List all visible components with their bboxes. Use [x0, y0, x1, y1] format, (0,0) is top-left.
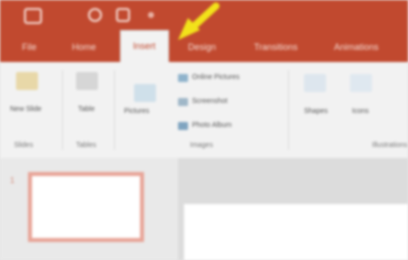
tab-transitions[interactable]: Transitions	[254, 42, 298, 52]
table-label: Table	[78, 106, 95, 113]
table-icon	[76, 72, 98, 90]
shapes-label: Shapes	[304, 108, 328, 115]
tab-insert[interactable]: Insert	[120, 30, 169, 62]
screenshot-label: Screenshot	[192, 98, 228, 105]
screenshot-icon	[178, 98, 188, 106]
save-icon[interactable]	[24, 8, 42, 24]
pointer-arrow-icon	[178, 2, 220, 40]
slide-thumbnail[interactable]	[28, 172, 144, 242]
ribbon-panel: New Slide Slides Table Tables Pictures O…	[0, 62, 408, 159]
group-divider	[288, 70, 289, 150]
illustrations-group-label: Illustrations	[372, 142, 408, 149]
pictures-icon	[134, 84, 156, 102]
pictures-label: Pictures	[124, 108, 150, 115]
redo-icon[interactable]	[116, 8, 130, 22]
tables-group-label: Tables	[76, 142, 97, 149]
tab-animations[interactable]: Animations	[334, 42, 379, 52]
online-pictures-icon	[178, 74, 188, 82]
customize-icon[interactable]	[148, 12, 154, 18]
slide-number: 1	[10, 176, 15, 185]
new-slide-label: New Slide	[10, 106, 42, 113]
group-divider	[62, 70, 63, 150]
photo-album-icon	[178, 122, 188, 130]
images-group-label: Images	[190, 142, 213, 149]
new-slide-icon	[16, 72, 38, 90]
tab-home[interactable]: Home	[72, 42, 96, 52]
shapes-icon	[304, 74, 326, 92]
group-divider	[114, 70, 115, 150]
tab-file[interactable]: File	[22, 42, 37, 52]
editing-area	[178, 158, 408, 260]
thumbnail-pane: 1	[0, 158, 178, 260]
icons-icon	[350, 74, 372, 92]
icons-label: Icons	[352, 108, 369, 115]
slides-group-label: Slides	[14, 142, 34, 149]
undo-icon[interactable]	[88, 8, 102, 22]
slide-canvas[interactable]	[184, 204, 408, 260]
online-pictures-label: Online Pictures	[192, 74, 240, 81]
photo-album-label: Photo Album	[192, 122, 232, 129]
